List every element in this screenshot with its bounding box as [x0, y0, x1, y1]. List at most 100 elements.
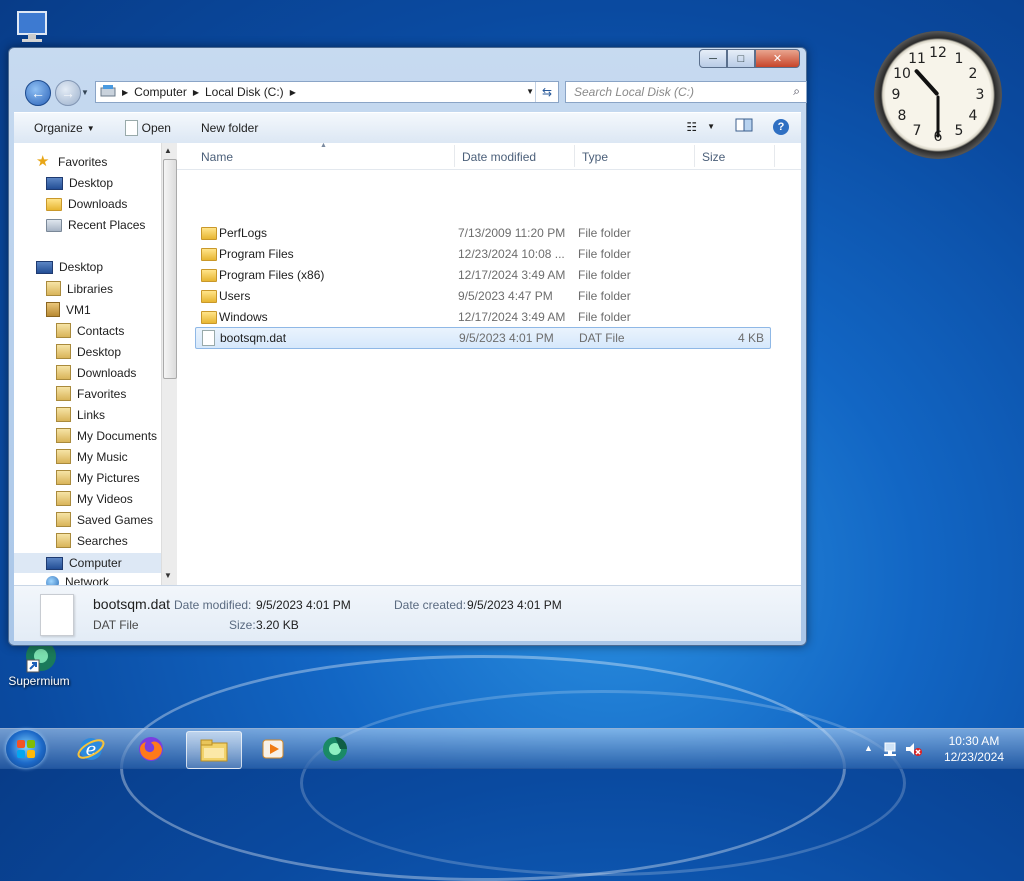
address-bar[interactable]: ▶ Computer ▶ Local Disk (C:) ▶ ▼ ⇆ — [95, 81, 559, 103]
nav-user-item[interactable]: My Music — [56, 449, 128, 464]
document-icon — [124, 120, 138, 136]
desktop-icon — [46, 176, 63, 190]
back-arrow-icon: ← — [31, 85, 45, 101]
clock-gadget[interactable]: 12 1 2 3 4 5 6 7 8 9 10 11 — [874, 31, 1002, 159]
nav-user-item[interactable]: Searches — [56, 533, 128, 548]
breadcrumb-separator-icon[interactable]: ▶ — [193, 88, 199, 97]
help-button[interactable]: ? — [773, 118, 789, 135]
media-player-icon — [262, 739, 284, 759]
clock-numeral: 4 — [968, 108, 978, 124]
pictures-folder-icon — [56, 470, 71, 485]
volume-muted-icon[interactable] — [904, 741, 922, 760]
breadcrumb-separator-icon[interactable]: ▶ — [122, 88, 128, 97]
nav-user-item[interactable]: Desktop — [56, 344, 121, 359]
music-folder-icon — [56, 449, 71, 464]
column-size[interactable]: Size — [702, 150, 725, 164]
system-tray: ▲ 10:30 AM 12/23/2024 — [854, 729, 1024, 769]
nav-fav-downloads[interactable]: Downloads — [46, 197, 127, 211]
chevron-down-icon: ▼ — [86, 123, 95, 133]
computer-desktop-icon[interactable] — [14, 10, 54, 46]
breadcrumb-separator-icon[interactable]: ▶ — [290, 88, 296, 97]
breadcrumb-computer[interactable]: Computer — [134, 85, 187, 99]
scroll-up-icon[interactable]: ▲ — [164, 146, 172, 155]
search-box[interactable]: Search Local Disk (C:) ⌕ — [565, 81, 807, 103]
nav-favorites[interactable]: ★ Favorites — [36, 154, 108, 169]
maximize-button[interactable]: □ — [727, 49, 755, 68]
nav-user-item[interactable]: My Videos — [56, 491, 133, 506]
file-row-selected[interactable]: bootsqm.dat 9/5/2023 4:01 PM DAT File 4 … — [195, 327, 771, 349]
file-date: 9/5/2023 4:01 PM — [459, 331, 554, 345]
back-button[interactable]: ← — [25, 80, 51, 106]
breadcrumb-local-disk[interactable]: Local Disk (C:) — [205, 85, 284, 99]
nav-fav-desktop[interactable]: Desktop — [46, 176, 113, 190]
start-button[interactable] — [6, 730, 46, 768]
file-row[interactable]: Users 9/5/2023 4:47 PM File folder — [195, 286, 769, 306]
column-type[interactable]: Type — [582, 150, 608, 164]
file-row[interactable]: Program Files (x86) 12/17/2024 3:49 AM F… — [195, 265, 769, 285]
new-folder-button[interactable]: New folder — [201, 121, 258, 135]
close-button[interactable]: ✕ — [755, 49, 800, 68]
file-type: File folder — [578, 226, 631, 240]
organize-button[interactable]: Organize ▼ — [34, 121, 95, 135]
recent-pages-dropdown[interactable]: ▼ — [81, 88, 89, 97]
nav-user-item[interactable]: Links — [56, 407, 105, 422]
change-view-button[interactable]: ☷ ▼ — [686, 120, 715, 134]
file-type: File folder — [578, 289, 631, 303]
nav-network[interactable]: Network — [46, 575, 109, 585]
nav-libraries[interactable]: Libraries — [46, 281, 113, 296]
file-date: 9/5/2023 4:47 PM — [458, 289, 553, 303]
nav-desktop[interactable]: Desktop — [36, 260, 103, 274]
nav-user-item[interactable]: My Pictures — [56, 470, 140, 485]
minimize-button[interactable]: ─ — [699, 49, 727, 68]
navigation-pane[interactable]: ★ Favorites Desktop Downloads Recent Pla… — [14, 143, 161, 585]
chevron-down-icon: ▼ — [707, 122, 715, 131]
nav-user-item[interactable]: Saved Games — [56, 512, 153, 527]
taskbar-supermium[interactable] — [308, 731, 362, 767]
nav-user-item[interactable]: Downloads — [56, 365, 136, 380]
supermium-desktop-icon[interactable]: Supermium — [4, 640, 74, 700]
nav-user-item[interactable]: Contacts — [56, 323, 124, 338]
show-hidden-icons-icon[interactable]: ▲ — [864, 743, 873, 753]
open-button[interactable]: Open — [124, 120, 171, 136]
taskbar-file-explorer[interactable] — [186, 731, 242, 769]
nav-user-folder[interactable]: VM1 — [46, 302, 91, 317]
scrollbar-thumb[interactable] — [163, 159, 177, 379]
supermium-icon — [323, 737, 347, 761]
details-created-value: 9/5/2023 4:01 PM — [467, 598, 562, 612]
column-divider[interactable] — [694, 145, 695, 167]
file-row[interactable]: PerfLogs 7/13/2009 11:20 PM File folder — [195, 223, 769, 243]
column-divider[interactable] — [774, 145, 775, 167]
file-row[interactable]: Windows 12/17/2024 3:49 AM File folder — [195, 307, 769, 327]
refresh-button[interactable]: ⇆ — [535, 82, 558, 102]
forward-button[interactable]: → — [55, 80, 81, 106]
file-list[interactable]: ▲ Name Date modified Type Size PerfLogs … — [177, 142, 801, 585]
preview-pane-button[interactable] — [735, 118, 753, 135]
column-divider[interactable] — [454, 145, 455, 167]
file-row[interactable]: Program Files 12/23/2024 10:08 ... File … — [195, 244, 769, 264]
file-date: 12/17/2024 3:49 AM — [458, 310, 566, 324]
address-dropdown-icon[interactable]: ▼ — [526, 87, 534, 96]
taskbar-media-player[interactable] — [246, 731, 300, 767]
taskbar-internet-explorer[interactable]: e — [64, 731, 118, 767]
file-date: 12/17/2024 3:49 AM — [458, 268, 566, 282]
column-name[interactable]: Name — [201, 150, 233, 164]
desktop-icon — [36, 260, 53, 274]
file-name: Windows — [219, 310, 268, 324]
scroll-down-icon[interactable]: ▼ — [164, 571, 172, 580]
search-icon[interactable]: ⌕ — [793, 84, 800, 99]
nav-user-item[interactable]: My Documents — [56, 428, 157, 443]
windows-logo-icon — [17, 740, 35, 758]
taskbar-clock[interactable]: 10:30 AM 12/23/2024 — [944, 733, 1004, 765]
nav-label: Favorites — [58, 155, 108, 169]
nav-user-item[interactable]: Favorites — [56, 386, 126, 401]
search-input[interactable]: Search Local Disk (C:) — [574, 85, 694, 99]
nav-computer[interactable]: Computer — [14, 553, 161, 573]
column-date-modified[interactable]: Date modified — [462, 150, 536, 164]
nav-fav-recent-places[interactable]: Recent Places — [46, 218, 145, 232]
network-tray-icon[interactable] — [882, 741, 898, 760]
navigation-scrollbar[interactable]: ▲ ▼ — [161, 143, 177, 585]
explorer-window[interactable]: ─ □ ✕ ← → ▼ ▶ Computer ▶ Local Disk (C:)… — [8, 47, 807, 646]
column-divider[interactable] — [574, 145, 575, 167]
taskbar-firefox[interactable] — [124, 731, 178, 767]
file-size: 4 KB — [737, 331, 764, 345]
